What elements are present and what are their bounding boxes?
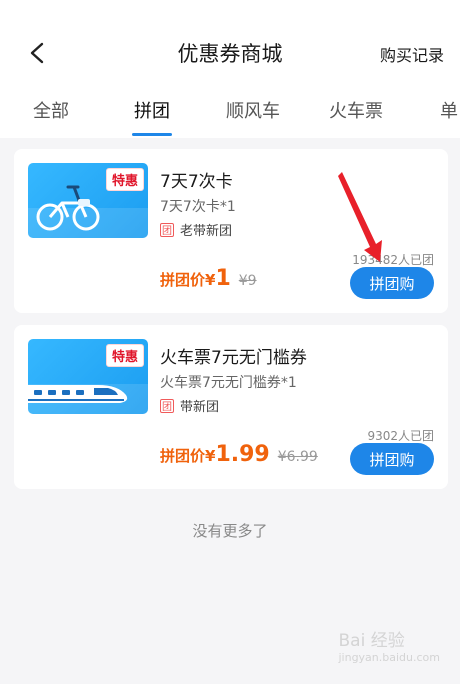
purchase-records-link[interactable]: 购买记录 [380, 42, 444, 66]
tab-carpool[interactable]: 顺风车 [226, 97, 280, 123]
coupon-thumbnail: 特惠 [28, 339, 148, 414]
no-more-text: 没有更多了 [192, 522, 268, 540]
coupon-card[interactable]: 特惠 火车票7元无门槛券 火车票7元无门槛券*1 团 带新团 9302人已团 拼… [14, 325, 448, 489]
special-offer-badge: 特惠 [105, 344, 144, 367]
watermark-url: jingyan.baidu.com [338, 651, 440, 664]
special-offer-badge: 特惠 [105, 168, 144, 191]
group-price: 1 [215, 266, 231, 291]
tab-train-ticket[interactable]: 火车票 [329, 97, 383, 123]
group-type-label: 带新团 [180, 400, 220, 415]
tab-more[interactable]: 单 [440, 97, 458, 123]
watermark-brand: Bai 经验 [338, 631, 405, 651]
group-buy-button[interactable]: 拼团购 [350, 267, 434, 299]
category-tabs: 全部 拼团 顺风车 火车票 单 [0, 92, 460, 138]
coupon-subtitle: 7天7次卡*1 [160, 199, 236, 215]
group-price: 1.99 [215, 442, 270, 467]
tab-group-buy[interactable]: 拼团 [134, 97, 170, 123]
group-tag-icon: 团 [160, 398, 174, 413]
coupon-subtitle: 火车票7元无门槛券*1 [160, 375, 297, 391]
group-type: 团 带新团 [160, 396, 219, 415]
annotation-arrow-icon [338, 172, 382, 262]
price-prefix: 拼团价¥ [160, 271, 216, 289]
coupon-name: 火车票7元无门槛券 [160, 348, 307, 368]
top-bar: 优惠券商城 购买记录 全部 拼团 顺风车 火车票 单 [0, 0, 460, 138]
joined-count: 9302人已团 [367, 429, 434, 443]
original-price: ¥9 [238, 273, 257, 289]
group-buy-button[interactable]: 拼团购 [350, 443, 434, 475]
original-price: ¥6.99 [277, 449, 318, 465]
group-type-label: 老带新团 [180, 224, 233, 239]
coupon-name: 7天7次卡 [160, 172, 233, 192]
price-prefix: 拼团价¥ [160, 447, 216, 465]
group-type: 团 老带新团 [160, 220, 232, 239]
price-row: 拼团价¥ 1 ¥9 [160, 266, 257, 291]
active-tab-indicator [132, 133, 172, 136]
price-row: 拼团价¥ 1.99 ¥6.99 [160, 442, 318, 467]
baidu-watermark: Bai 经验 jingyan.baidu.com [338, 626, 440, 664]
tab-all[interactable]: 全部 [33, 97, 69, 123]
group-tag-icon: 团 [160, 222, 174, 237]
coupon-thumbnail: 特惠 [28, 163, 148, 238]
